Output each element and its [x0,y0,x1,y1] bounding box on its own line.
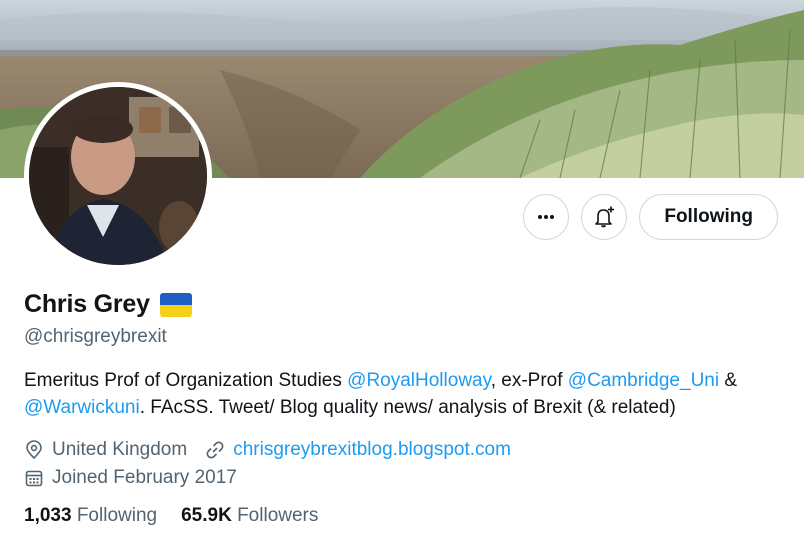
bell-plus-icon [595,206,615,228]
profile-actions: Following [523,194,778,240]
link-icon [206,441,224,459]
profile-meta: United Kingdom chrisgreybrexitblog.blogs… [24,436,529,492]
profile-bio: Emeritus Prof of Organization Studies @R… [24,370,738,418]
following-button[interactable]: Following [639,194,778,240]
following-count: 1,033 [24,505,72,526]
followers-label: Followers [237,505,319,526]
user-handle: @chrisgreybrexit [24,326,167,347]
mention-warwickuni[interactable]: @Warwickuni [24,397,140,418]
followers-stat[interactable]: 65.9K Followers [181,505,318,527]
following-label: Following [76,505,158,526]
joined-text: Joined February 2017 [52,467,237,488]
mention-cambridge-uni[interactable]: @Cambridge_Uni [568,370,719,391]
follow-stats: 1,033 Following 65.9K Followers [24,505,318,527]
display-name: Chris Grey [24,290,150,318]
calendar-icon [25,470,43,487]
ukraine-flag-icon [159,292,192,317]
website-link[interactable]: chrisgreybrexitblog.blogspot.com [233,439,511,461]
following-stat[interactable]: 1,033 Following [24,505,157,527]
joined-item: Joined February 2017 [24,467,237,489]
more-horizontal-icon [538,215,555,219]
profile-name-row: Chris Grey [24,290,192,319]
notifications-button[interactable] [581,194,628,240]
mention-royalholloway[interactable]: @RoyalHolloway [347,370,491,391]
website-item: chrisgreybrexitblog.blogspot.com [205,439,511,461]
avatar-photo [29,87,207,265]
location-item: United Kingdom [24,439,187,461]
more-options-button[interactable] [523,194,570,240]
followers-count: 65.9K [181,505,232,526]
location-pin-icon [26,440,42,460]
profile-avatar[interactable] [24,82,212,270]
location-text: United Kingdom [52,439,188,460]
